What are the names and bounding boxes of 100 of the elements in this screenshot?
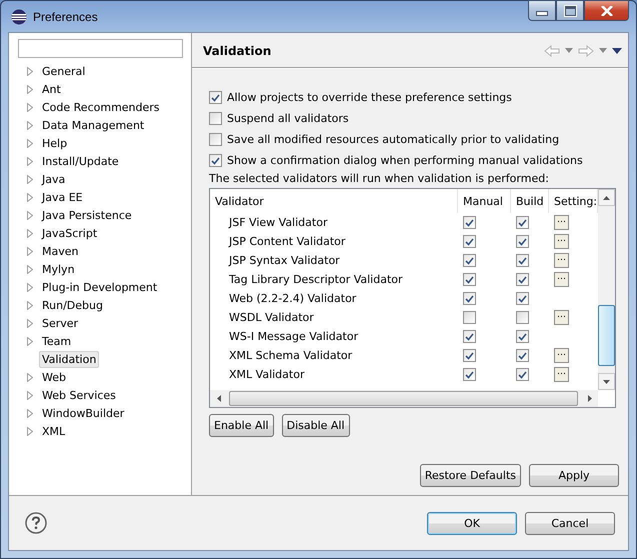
tree-item[interactable]: Java <box>39 170 68 188</box>
table-cell-text: Web (2.2-2.4) Validator <box>228 291 358 307</box>
scroll-down-icon[interactable] <box>603 380 610 384</box>
expand-arrow-icon[interactable] <box>27 120 33 130</box>
tree-item[interactable]: Web <box>39 368 69 386</box>
filter-field[interactable] <box>18 39 183 58</box>
expand-arrow-icon[interactable] <box>27 138 33 148</box>
tree-item[interactable]: Plug-in Development <box>39 278 160 296</box>
checkbox[interactable] <box>463 368 476 381</box>
expand-arrow-icon[interactable] <box>27 390 33 400</box>
tree-item[interactable]: Maven <box>39 242 82 260</box>
tree-item[interactable]: JavaScript <box>39 224 100 242</box>
checkbox[interactable] <box>516 368 529 381</box>
checkbox-label: Suspend all validators <box>227 112 349 125</box>
cancel-button[interactable]: Cancel <box>525 512 615 534</box>
tree-item[interactable]: Mylyn <box>39 260 78 278</box>
expand-arrow-icon[interactable] <box>27 246 33 256</box>
expand-arrow-icon[interactable] <box>27 372 33 382</box>
tree-item[interactable]: Validation <box>39 350 100 368</box>
settings-button[interactable]: … <box>554 253 569 268</box>
tree-item[interactable]: Web Services <box>39 386 119 404</box>
enable-all-button[interactable]: Enable All <box>209 414 274 437</box>
forward-arrow-icon[interactable] <box>578 44 594 56</box>
column-header[interactable]: Build <box>511 189 549 213</box>
expand-arrow-icon[interactable] <box>27 174 33 184</box>
back-arrow-icon[interactable] <box>544 44 560 56</box>
settings-button[interactable]: … <box>554 367 569 382</box>
checkbox[interactable] <box>463 349 476 362</box>
column-header[interactable]: Validator <box>210 189 458 213</box>
tree-item[interactable]: Server <box>39 314 82 332</box>
expand-arrow-icon[interactable] <box>27 66 33 76</box>
checkbox[interactable] <box>209 112 222 125</box>
expand-arrow-icon[interactable] <box>27 408 33 418</box>
dropdown-icon[interactable] <box>565 48 573 53</box>
settings-button[interactable]: … <box>554 234 569 249</box>
expand-arrow-icon[interactable] <box>27 426 33 436</box>
settings-button[interactable]: … <box>554 310 569 325</box>
checkbox[interactable] <box>463 273 476 286</box>
menu-icon[interactable] <box>612 48 622 54</box>
checkbox[interactable] <box>463 216 476 229</box>
tree-item[interactable]: XML <box>39 422 68 440</box>
tree-item[interactable]: WindowBuilder <box>39 404 128 422</box>
expand-arrow-icon[interactable] <box>27 228 33 238</box>
tree-item[interactable]: Team <box>39 332 74 350</box>
table-cell-text: XML Validator <box>228 367 306 383</box>
help-icon[interactable] <box>25 512 47 534</box>
checkbox[interactable] <box>516 235 529 248</box>
checkbox[interactable] <box>516 216 529 229</box>
settings-button[interactable]: … <box>554 348 569 363</box>
expand-arrow-icon[interactable] <box>27 192 33 202</box>
checkbox[interactable] <box>209 133 222 146</box>
checkbox[interactable] <box>463 311 476 324</box>
tree-item[interactable]: Java EE <box>39 188 86 206</box>
checkbox[interactable] <box>463 254 476 267</box>
expand-arrow-icon[interactable] <box>27 264 33 274</box>
table-cell-text: JSP Content Validator <box>228 234 346 250</box>
checkbox[interactable] <box>463 292 476 305</box>
expand-arrow-icon[interactable] <box>27 282 33 292</box>
apply-button[interactable]: Apply <box>529 464 619 487</box>
close-button[interactable] <box>584 0 629 21</box>
checkbox[interactable] <box>463 330 476 343</box>
scroll-right-icon[interactable] <box>588 395 592 402</box>
tree-item[interactable]: Run/Debug <box>39 296 106 314</box>
column-header[interactable]: Manual <box>458 189 511 213</box>
checkbox[interactable] <box>516 311 529 324</box>
checkbox[interactable] <box>516 292 529 305</box>
checkbox[interactable] <box>209 91 222 104</box>
scroll-left-icon[interactable] <box>216 395 220 402</box>
checkbox[interactable] <box>516 273 529 286</box>
scroll-up-icon[interactable] <box>603 196 610 200</box>
minimize-button[interactable] <box>528 0 556 21</box>
checkbox[interactable] <box>516 349 529 362</box>
checkbox[interactable] <box>516 330 529 343</box>
ok-button[interactable]: OK <box>427 512 517 534</box>
settings-button[interactable]: … <box>554 272 569 287</box>
expand-arrow-icon[interactable] <box>27 336 33 346</box>
vertical-scrollbar[interactable] <box>598 189 615 390</box>
checkbox[interactable] <box>463 235 476 248</box>
horizontal-scrollbar[interactable] <box>210 390 598 407</box>
expand-arrow-icon[interactable] <box>27 84 33 94</box>
expand-arrow-icon[interactable] <box>27 102 33 112</box>
checkbox[interactable] <box>516 254 529 267</box>
maximize-button[interactable] <box>556 0 584 21</box>
expand-arrow-icon[interactable] <box>27 210 33 220</box>
checkbox[interactable] <box>209 154 222 167</box>
disable-all-button[interactable]: Disable All <box>282 414 350 437</box>
tree-item[interactable]: Help <box>39 134 70 152</box>
tree-item[interactable]: Data Management <box>39 116 148 134</box>
dropdown-icon[interactable] <box>599 48 607 53</box>
restore-defaults-button[interactable]: Restore Defaults <box>420 464 521 487</box>
tree-item[interactable]: General <box>39 62 88 80</box>
settings-button[interactable]: … <box>554 215 569 230</box>
expand-arrow-icon[interactable] <box>27 300 33 310</box>
tree-item[interactable]: Install/Update <box>39 152 122 170</box>
checkbox-label: Save all modified resources automatically prior to validating <box>227 133 560 146</box>
tree-item[interactable]: Ant <box>39 80 64 98</box>
expand-arrow-icon[interactable] <box>27 156 33 166</box>
tree-item[interactable]: Code Recommenders <box>39 98 163 116</box>
tree-item[interactable]: Java Persistence <box>39 206 135 224</box>
expand-arrow-icon[interactable] <box>27 318 33 328</box>
